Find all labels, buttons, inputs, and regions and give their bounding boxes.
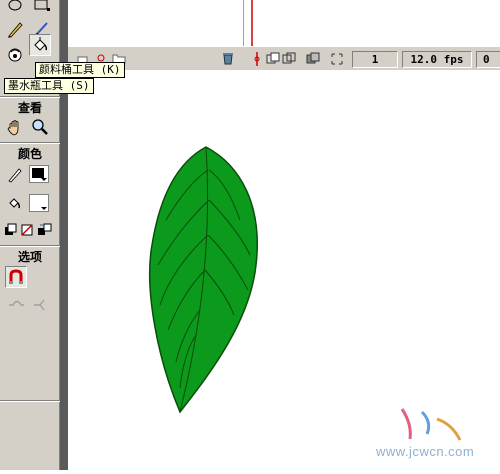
swap-colors-icon[interactable] <box>37 222 53 244</box>
current-frame-field: 1 <box>352 51 398 68</box>
fill-color-swatch[interactable] <box>29 194 49 212</box>
onion-skin-icon[interactable] <box>266 51 280 65</box>
straighten-icon[interactable] <box>30 294 52 316</box>
smooth-icon[interactable] <box>5 294 27 316</box>
playhead[interactable] <box>251 0 253 46</box>
divider <box>0 245 60 247</box>
watermark-text: www.jcwcn.com <box>376 444 475 459</box>
no-color-icon[interactable] <box>20 222 34 244</box>
ink-bottle-tooltip: 墨水瓶工具 (S) <box>4 78 94 94</box>
divider <box>0 142 60 144</box>
pencil-tool-icon[interactable] <box>4 18 26 40</box>
chevron-down-icon <box>41 178 47 181</box>
oval-tool-icon[interactable] <box>4 0 26 16</box>
fill-color-bucket-icon <box>4 192 26 214</box>
edit-multiple-frames-icon[interactable] <box>306 51 320 65</box>
stroke-color-pencil-icon <box>4 163 26 185</box>
watermark-logo-icon <box>392 404 472 444</box>
timeline-panel: 1 12.0 fps 0 <box>68 0 500 71</box>
timeline-status-bar: 1 12.0 fps 0 <box>68 46 500 71</box>
elapsed-time-field: 0 <box>476 51 500 68</box>
layers-area <box>68 0 244 46</box>
divider <box>0 400 60 402</box>
frame-rate-field[interactable]: 12.0 fps <box>402 51 472 68</box>
divider <box>0 96 60 98</box>
onion-skin-outlines-icon[interactable] <box>282 51 296 65</box>
paint-bucket-tooltip: 颜料桶工具 (K) <box>35 62 125 78</box>
paint-bucket-tool-icon[interactable] <box>29 34 51 56</box>
center-frame-icon[interactable] <box>252 51 262 67</box>
rectangle-tool-icon[interactable] <box>30 0 52 16</box>
snap-to-objects-icon[interactable] <box>5 266 27 288</box>
options-section-label: 选项 <box>17 250 42 264</box>
chevron-down-icon <box>41 207 47 210</box>
stroke-color-fill <box>32 168 44 178</box>
hand-tool-icon[interactable] <box>4 116 26 138</box>
colors-section-label: 颜色 <box>17 147 42 161</box>
ink-bottle-tool-icon[interactable] <box>4 43 26 65</box>
zoom-tool-icon[interactable] <box>29 116 51 138</box>
view-section-label: 查看 <box>17 101 42 115</box>
stroke-color-swatch[interactable] <box>29 165 49 183</box>
trash-icon[interactable] <box>220 50 236 66</box>
black-white-icon[interactable] <box>4 222 18 244</box>
frames-area <box>244 0 500 46</box>
modify-onion-markers-icon[interactable] <box>330 51 344 65</box>
